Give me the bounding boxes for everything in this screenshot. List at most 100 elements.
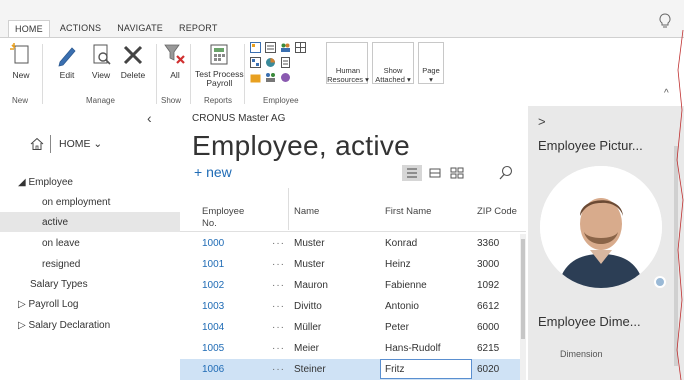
column-header-employee-no-2[interactable]: No. xyxy=(202,218,217,230)
employee-picture-title[interactable]: Employee Pictur... xyxy=(538,138,643,153)
table-row[interactable]: 1002 ··· Mauron Fabienne 1092 xyxy=(180,275,526,296)
row-actions-icon[interactable]: ··· xyxy=(272,322,285,333)
all-label: All xyxy=(170,70,180,80)
zip-cell: 1092 xyxy=(477,280,500,291)
employee-list-icon[interactable] xyxy=(265,42,276,53)
employee-no-cell[interactable]: 1001 xyxy=(202,259,224,270)
table-row-selected[interactable]: 1006 ··· Steiner Fritz 6020 xyxy=(180,359,526,380)
show-all-button[interactable]: All xyxy=(162,42,188,80)
dimension-column-label: Dimension xyxy=(560,349,603,359)
employee-chart-icon[interactable] xyxy=(265,57,276,68)
employee-no-cell[interactable]: 1004 xyxy=(202,322,224,333)
employee-absence-icon[interactable] xyxy=(280,72,291,83)
nav-item-on-employment[interactable]: on employment xyxy=(0,192,180,212)
tab-report[interactable]: REPORT xyxy=(173,20,224,38)
nav-item-employee[interactable]: ◢ Employee xyxy=(0,172,180,192)
test-process-label-2: Payroll xyxy=(206,78,233,88)
first-name-cell[interactable]: Fritz xyxy=(385,364,404,375)
delete-button[interactable]: Delete xyxy=(120,42,146,80)
ribbon-body: New Edit View Delete All Test Process Pa… xyxy=(0,37,684,106)
show-attached-label-2: Attached ▾ xyxy=(375,75,411,84)
row-actions-icon[interactable]: ··· xyxy=(272,238,285,249)
employee-people-icon[interactable] xyxy=(280,42,291,53)
human-resources-label-1: Human xyxy=(335,66,361,75)
lightbulb-icon[interactable] xyxy=(656,12,674,30)
zip-cell: 6215 xyxy=(477,343,500,354)
nav-item-resigned[interactable]: resigned xyxy=(0,254,180,274)
employee-dimensions-title[interactable]: Employee Dime... xyxy=(538,314,641,329)
table-row[interactable]: 1005 ··· Meier Hans-Rudolf 6215 xyxy=(180,338,526,359)
employee-no-cell[interactable]: 1005 xyxy=(202,343,224,354)
home-breadcrumb[interactable]: HOME ⌄ xyxy=(30,135,102,153)
company-name: CRONUS Master AG xyxy=(192,113,286,124)
collapse-ribbon-chevron-icon[interactable]: ^ xyxy=(664,88,669,99)
first-name-cell: Hans-Rudolf xyxy=(385,343,441,354)
name-cell: Meier xyxy=(294,343,320,354)
employee-folder-icon[interactable] xyxy=(250,72,261,83)
table-row[interactable]: 1004 ··· Müller Peter 6000 xyxy=(180,317,526,338)
employee-table-icon[interactable] xyxy=(295,42,306,53)
page-label-1: Page xyxy=(422,66,440,75)
row-actions-icon[interactable]: ··· xyxy=(272,343,285,354)
group-label-new: New xyxy=(12,96,29,105)
report-calculator-icon xyxy=(210,44,228,65)
search-icon[interactable] xyxy=(498,165,514,181)
nav-item-active[interactable]: active xyxy=(0,212,180,232)
employee-no-cell[interactable]: 1003 xyxy=(202,301,224,312)
collapse-factbox-chevron-icon[interactable]: > xyxy=(538,114,546,129)
new-label: New xyxy=(12,70,30,80)
edit-button[interactable]: Edit xyxy=(54,42,80,80)
tile-view-icon[interactable] xyxy=(428,165,442,181)
nav-item-salary-types[interactable]: Salary Types xyxy=(0,274,180,294)
zip-cell: 6000 xyxy=(477,322,500,333)
employee-no-cell[interactable]: 1002 xyxy=(202,280,224,291)
home-menu-label[interactable]: HOME ⌄ xyxy=(59,138,102,150)
employee-grid-icon[interactable] xyxy=(250,57,261,68)
red-annotation-strokes xyxy=(676,29,684,380)
tab-actions[interactable]: ACTIONS xyxy=(54,20,107,38)
column-header-name[interactable]: Name xyxy=(294,206,319,218)
column-header-employee-no-1[interactable]: Employee xyxy=(202,206,244,218)
name-cell: Steiner xyxy=(294,364,326,375)
table-row[interactable]: 1000 ··· Muster Konrad 3360 xyxy=(180,233,526,254)
list-scrollbar-thumb[interactable] xyxy=(521,239,525,339)
row-actions-icon[interactable]: ··· xyxy=(272,259,285,270)
home-icon[interactable] xyxy=(30,137,44,151)
nav-item-salary-declaration[interactable]: ▷ Salary Declaration xyxy=(0,315,180,335)
new-button[interactable]: New xyxy=(8,42,34,80)
employee-doc-icon[interactable] xyxy=(280,57,291,68)
employee-no-cell[interactable]: 1000 xyxy=(202,238,224,249)
name-cell: Mauron xyxy=(294,280,328,291)
person-photo-icon xyxy=(540,166,662,288)
factbox-pane: > Employee Pictur... Employee Dime... Di… xyxy=(528,106,684,380)
tab-navigate[interactable]: NAVIGATE xyxy=(111,20,169,38)
brick-view-icon[interactable] xyxy=(450,165,464,181)
column-header-zip-code[interactable]: ZIP Code xyxy=(477,206,517,218)
delete-label: Delete xyxy=(120,70,146,80)
new-document-icon xyxy=(10,43,29,64)
table-row[interactable]: 1001 ··· Muster Heinz 3000 xyxy=(180,254,526,275)
view-label: View xyxy=(91,70,111,80)
name-cell: Müller xyxy=(294,322,322,333)
zip-cell: 6612 xyxy=(477,301,500,312)
group-label-reports: Reports xyxy=(204,96,233,105)
zip-cell: 3000 xyxy=(477,259,500,270)
collapse-nav-chevron-icon[interactable]: ‹ xyxy=(147,110,152,126)
view-button[interactable]: View xyxy=(88,42,114,80)
employee-card-icon[interactable] xyxy=(250,42,261,53)
employee-group-icon[interactable] xyxy=(265,72,276,83)
row-actions-icon[interactable]: ··· xyxy=(272,364,285,375)
pencil-icon xyxy=(58,47,76,67)
test-process-payroll-button[interactable]: Test Process Payroll xyxy=(195,42,244,88)
nav-item-on-leave[interactable]: on leave xyxy=(0,233,180,253)
first-name-cell: Antonio xyxy=(385,301,419,312)
row-actions-icon[interactable]: ··· xyxy=(272,280,285,291)
row-actions-icon[interactable]: ··· xyxy=(272,301,285,312)
new-record-button[interactable]: + new xyxy=(194,164,232,180)
nav-item-payroll-log[interactable]: ▷ Payroll Log xyxy=(0,294,180,314)
group-label-employee: Employee xyxy=(263,96,299,105)
employee-no-cell[interactable]: 1006 xyxy=(202,364,224,375)
table-row[interactable]: 1003 ··· Divitto Antonio 6612 xyxy=(180,296,526,317)
list-view-icon[interactable] xyxy=(402,165,422,181)
column-header-first-name[interactable]: First Name xyxy=(385,206,431,218)
